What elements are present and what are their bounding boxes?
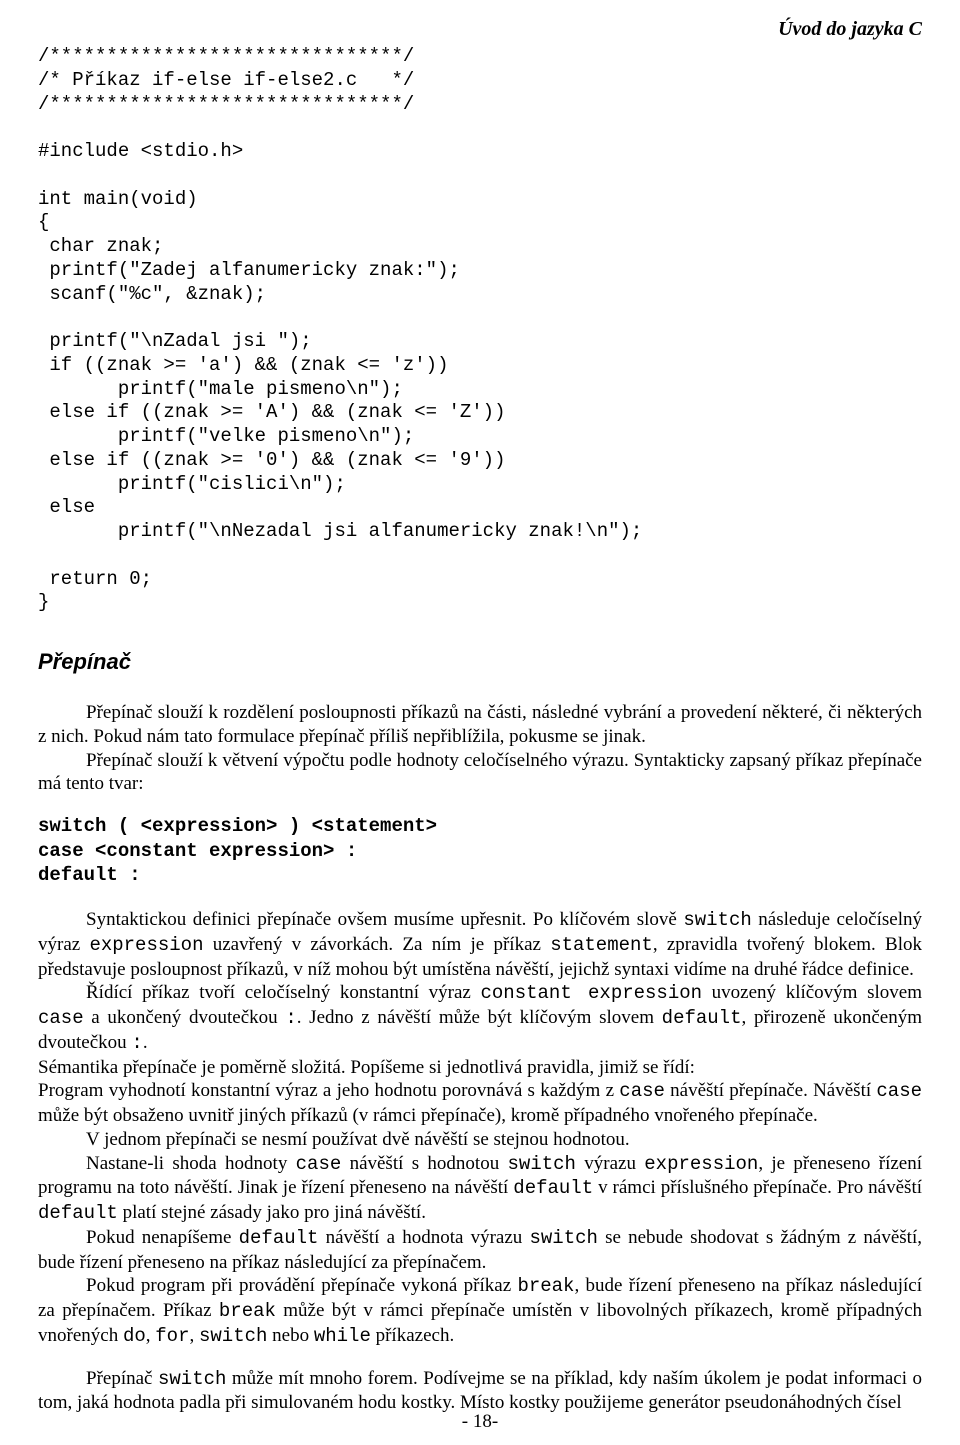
section-heading: Přepínač: [38, 649, 922, 675]
paragraph: Pokud nenapíšeme default návěští a hodno…: [38, 1226, 922, 1275]
paragraph: Syntaktickou definici přepínače ovšem mu…: [38, 908, 922, 981]
keyword-case: case: [619, 1080, 665, 1102]
paragraph: Řídící příkaz tvoří celočíselný konstant…: [38, 981, 922, 1055]
keyword-colon: :: [131, 1032, 142, 1054]
keyword-switch: switch: [683, 909, 751, 931]
text: Přepínač: [86, 1368, 158, 1389]
keyword-case: case: [38, 1007, 84, 1029]
spacer: [38, 1349, 922, 1367]
code-line: /*******************************/: [38, 45, 414, 67]
code-line: {: [38, 211, 49, 233]
keyword-default: default: [513, 1177, 593, 1199]
code-line: if ((znak >= 'a') && (znak <= 'z')): [38, 354, 448, 376]
code-line: printf("velke pismeno\n");: [38, 425, 414, 447]
code-line: /* Příkaz if-else if-else2.c */: [38, 69, 414, 91]
keyword-switch: switch: [529, 1227, 597, 1249]
text: výrazu: [576, 1153, 644, 1174]
text: Syntaktickou definici přepínače ovšem mu…: [86, 909, 683, 930]
text: nebo: [267, 1325, 313, 1346]
paragraph: V jednom přepínači se nesmí používat dvě…: [38, 1128, 922, 1152]
code-line: return 0;: [38, 568, 152, 590]
keyword-break: break: [219, 1300, 276, 1322]
text: Pokud program při provádění přepínače vy…: [86, 1275, 517, 1296]
keyword-default: default: [239, 1227, 319, 1249]
code-line: else: [38, 496, 95, 518]
syntax-line: switch ( <expression> ) <statement>: [38, 815, 437, 837]
keyword-constant-expression: constant expression: [481, 982, 703, 1004]
code-line: #include <stdio.h>: [38, 140, 243, 162]
body-text: Přepínač slouží k rozdělení posloupnosti…: [38, 701, 922, 1415]
text: návěští přepínače. Návěští: [665, 1080, 876, 1101]
text: může být obsaženo uvnitř jiných příkazů …: [38, 1105, 818, 1126]
paragraph: Přepínač switch může mít mnoho forem. Po…: [38, 1367, 922, 1416]
code-line: printf("cislici\n");: [38, 473, 346, 495]
page-header-title: Úvod do jazyka C: [38, 18, 922, 41]
paragraph: Přepínač slouží k větvení výpočtu podle …: [38, 749, 922, 797]
text: v rámci příslušného přepínače. Pro návěš…: [593, 1177, 922, 1198]
paragraph: Pokud program při provádění přepínače vy…: [38, 1274, 922, 1348]
text: návěští s hodnotou: [341, 1153, 507, 1174]
keyword-case: case: [876, 1080, 922, 1102]
keyword-switch: switch: [199, 1325, 267, 1347]
code-line: }: [38, 591, 49, 613]
keyword-default: default: [38, 1202, 118, 1224]
text: Program vyhodnotí konstantní výraz a jeh…: [38, 1080, 619, 1101]
keyword-case: case: [296, 1153, 342, 1175]
keyword-default: default: [662, 1007, 742, 1029]
code-block: /*******************************/ /* Pří…: [38, 45, 922, 615]
page-number: - 18-: [0, 1411, 960, 1433]
text: uzavřený v závorkách. Za ním je příkaz: [203, 934, 550, 955]
page: Úvod do jazyka C /**********************…: [0, 0, 960, 1445]
keyword-switch: switch: [508, 1153, 576, 1175]
code-line: printf("\nNezadal jsi alfanumericky znak…: [38, 520, 642, 542]
paragraph: Nastane-li shoda hodnoty case návěští s …: [38, 1152, 922, 1226]
code-line: int main(void): [38, 188, 198, 210]
code-line: printf("Zadej alfanumericky znak:");: [38, 259, 460, 281]
text: návěští a hodnota výrazu: [318, 1227, 529, 1248]
keyword-expression: expression: [644, 1153, 758, 1175]
keyword-do: do: [123, 1325, 146, 1347]
code-line: printf("\nZadal jsi ");: [38, 330, 312, 352]
text: Pokud nenapíšeme: [86, 1227, 239, 1248]
keyword-expression: expression: [89, 934, 203, 956]
code-line: printf("male pismeno\n");: [38, 378, 403, 400]
text: příkazech.: [371, 1325, 454, 1346]
text: .: [143, 1032, 148, 1053]
text: Řídící příkaz tvoří celočíselný konstant…: [86, 982, 481, 1003]
code-line: else if ((znak >= 'A') && (znak <= 'Z')): [38, 401, 505, 423]
code-line: else if ((znak >= '0') && (znak <= '9')): [38, 449, 505, 471]
paragraph: Přepínač slouží k rozdělení posloupnosti…: [38, 701, 922, 749]
code-line: /*******************************/: [38, 93, 414, 115]
keyword-while: while: [314, 1325, 371, 1347]
keyword-break: break: [517, 1275, 574, 1297]
text: . Jedno z návěští může být klíčovým slov…: [297, 1007, 662, 1028]
keyword-statement: statement: [550, 934, 653, 956]
syntax-line: default :: [38, 864, 141, 886]
text: a ukončený dvoutečkou: [84, 1007, 286, 1028]
syntax-block: switch ( <expression> ) <statement> case…: [38, 814, 922, 888]
keyword-switch: switch: [158, 1368, 226, 1390]
paragraph: Program vyhodnotí konstantní výraz a jeh…: [38, 1079, 922, 1128]
keyword-colon: :: [285, 1007, 296, 1029]
code-line: char znak;: [38, 235, 163, 257]
keyword-for: for: [155, 1325, 189, 1347]
text: Nastane-li shoda hodnoty: [86, 1153, 296, 1174]
text: platí stejné zásady jako pro jiná návěšt…: [118, 1202, 426, 1223]
syntax-line: case <constant expression> :: [38, 840, 357, 862]
text: ,: [189, 1325, 199, 1346]
paragraph: Sémantika přepínače je poměrně složitá. …: [38, 1056, 922, 1080]
text: ,: [146, 1325, 156, 1346]
code-line: scanf("%c", &znak);: [38, 283, 266, 305]
text: uvozený klíčovým slovem: [702, 982, 922, 1003]
